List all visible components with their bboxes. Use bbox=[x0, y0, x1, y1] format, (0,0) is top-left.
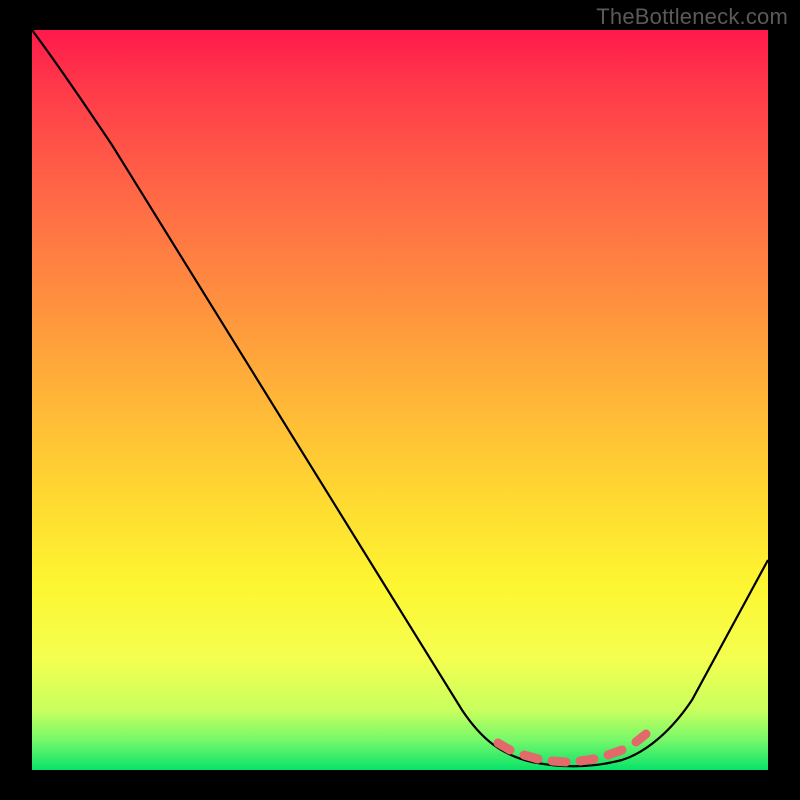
watermark-label: TheBottleneck.com bbox=[596, 4, 788, 30]
plot-area bbox=[32, 30, 768, 770]
chart-frame: TheBottleneck.com bbox=[0, 0, 800, 800]
bottleneck-curve-path bbox=[32, 30, 768, 766]
curve-svg bbox=[32, 30, 768, 770]
